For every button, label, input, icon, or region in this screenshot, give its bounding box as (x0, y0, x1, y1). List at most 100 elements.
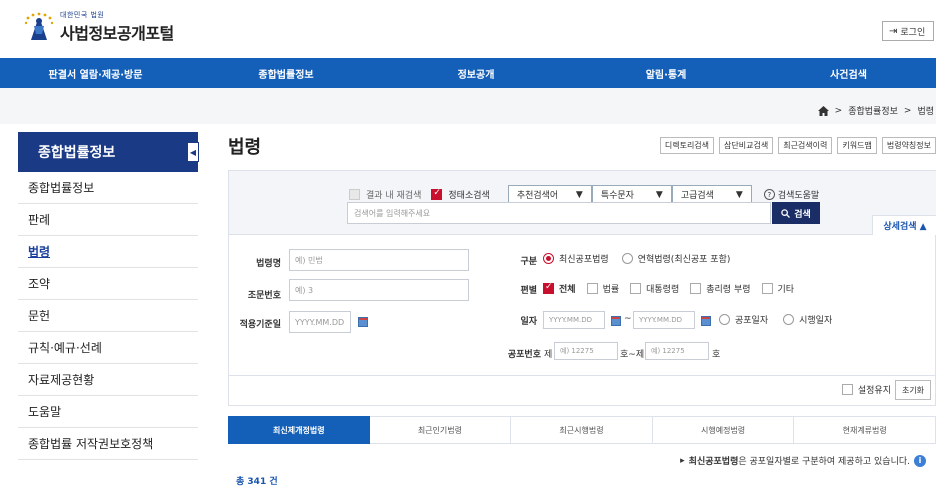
research-within-checkbox[interactable] (349, 189, 360, 200)
keep-settings: 설정유지 (841, 383, 891, 396)
precise-search-checkbox[interactable] (431, 188, 443, 200)
logo-title: 사법정보공개포털 (60, 24, 174, 43)
sidebar-item-statute[interactable]: 법령 (18, 236, 198, 268)
promul-to-input[interactable]: 예) 12275 (645, 342, 709, 360)
logo-subtitle: 대한민국 법원 (60, 11, 105, 19)
category-law-label: 법률 (602, 285, 620, 295)
site-logo[interactable]: 대한민국 법원 사법정보공개포털 (22, 10, 174, 44)
chevron-down-icon: ▼ (575, 189, 583, 200)
top-header: 대한민국 법원 사법정보공개포털 ⇥ 로그인 (0, 0, 936, 58)
login-label: 로그인 (900, 27, 926, 38)
chevron-right-icon: > (903, 105, 912, 116)
tab-pending[interactable]: 현재계류법령 (794, 416, 936, 444)
bullet-icon: ▸ (680, 455, 685, 466)
login-button[interactable]: ⇥ 로그인 (882, 21, 934, 41)
date-to-input[interactable]: YYYY.MM.DD (633, 311, 695, 329)
search-help-link[interactable]: ? 검색도움말 (763, 188, 820, 201)
recent-history-button[interactable]: 최근검색이력 (778, 137, 833, 154)
notice-text: ▸ 최신공포법령은 공포일자별로 구분하여 제공하고 있습니다. i (680, 454, 926, 467)
sidebar-item-treaty[interactable]: 조약 (18, 268, 198, 300)
breadcrumb-item-current[interactable]: 법령 (917, 104, 934, 117)
search-help-label: 검색도움말 (777, 191, 820, 201)
sidebar-title: 종합법률정보 ◀ (18, 132, 199, 172)
date-label: 일자 (520, 317, 537, 327)
name-label: 법령명 (256, 259, 281, 269)
breadcrumb: > 종합법률정보 > 법령 (817, 104, 934, 117)
reset-button[interactable]: 초기화 (895, 380, 931, 400)
sidebar-collapse-icon[interactable]: ◀ (187, 142, 199, 162)
keyword-map-button[interactable]: 키워드맵 (837, 137, 877, 154)
advanced-search-label: 고급검색 (680, 191, 714, 201)
sidebar-item-data-status[interactable]: 자료제공현황 (18, 364, 198, 396)
date-from-input[interactable]: YYYY.MM.DD (543, 311, 605, 329)
category-law-checkbox[interactable] (586, 283, 598, 294)
promul-mid: 호~제 (620, 350, 645, 360)
history-statute-label: 연혁법령(최신공포 포함) (637, 255, 731, 265)
category-etc-label: 기타 (777, 285, 795, 295)
question-icon: ? (763, 189, 775, 200)
category-ministerial-label: 총리령 부령 (706, 285, 751, 295)
sidebar-item-help[interactable]: 도움말 (18, 396, 198, 428)
category-all-checkbox[interactable] (543, 282, 554, 294)
keep-settings-label: 설정유지 (857, 386, 891, 396)
article-label: 조문번호 (247, 291, 281, 301)
enforcement-date-label: 시행일자 (799, 316, 833, 326)
category-etc-checkbox[interactable] (761, 283, 773, 294)
category-ministerial-checkbox[interactable] (690, 283, 702, 294)
promulgation-date-label: 공포일자 (735, 316, 769, 326)
global-nav: 판결서 열람·제공·방문 종합법률정보 정보공개 알림·통계 사건검색 (0, 58, 936, 88)
chevron-down-icon: ▼ (735, 189, 743, 200)
sidebar-item-legal-info[interactable]: 종합법률정보 (18, 172, 198, 204)
total-count: 총 341 건 (236, 477, 278, 487)
calendar-icon[interactable] (611, 316, 621, 326)
directory-search-button[interactable]: 디렉토리검색 (659, 137, 715, 154)
breadcrumb-item-legal-info[interactable]: 종합법률정보 (848, 104, 898, 117)
search-button[interactable]: 검색 (772, 202, 820, 224)
info-icon[interactable]: i (914, 454, 926, 467)
three-way-compare-button[interactable]: 삼단비교검색 (719, 137, 774, 154)
calendar-icon[interactable] (358, 317, 368, 327)
chevron-down-icon: ▼ (655, 189, 663, 200)
promul-prefix: 제 (544, 350, 553, 360)
sidebar-item-copyright[interactable]: 종합법률 저작권보호정책 (18, 428, 198, 460)
latest-promulgated-radio[interactable] (543, 253, 554, 264)
history-statute-radio[interactable] (621, 253, 633, 264)
calendar-icon[interactable] (701, 316, 711, 326)
gnb-item-judgment[interactable]: 판결서 열람·제공·방문 (0, 58, 191, 88)
precise-search-label: 정태소검색 (448, 191, 490, 201)
type-label: 구분 (520, 257, 537, 267)
detail-search-toggle[interactable]: 상세검색 ▲ (872, 215, 936, 235)
divider (229, 375, 936, 376)
result-tabs: 최신제개정법령 최근인기법령 최근시행법령 시행예정법령 현재계류법령 (228, 416, 936, 444)
tab-recent-enforced[interactable]: 최근시행법령 (511, 416, 653, 444)
promul-from-input[interactable]: 예) 12275 (554, 342, 618, 360)
sidebar: 종합법률정보 ◀ 종합법률정보 판례 법령 조약 문헌 규칙·예규·선례 자료제… (18, 132, 199, 460)
gnb-item-case-search[interactable]: 사건검색 (761, 58, 936, 88)
article-number-input[interactable]: 예) 3 (289, 279, 469, 301)
promulgation-date-radio[interactable] (719, 314, 730, 325)
keep-settings-checkbox[interactable] (841, 384, 853, 395)
category-presidential-checkbox[interactable] (630, 283, 642, 294)
enforcement-date-radio[interactable] (783, 314, 795, 325)
statute-name-input[interactable]: 예) 민법 (289, 249, 469, 271)
gnb-item-legal-info[interactable]: 종합법률정보 (191, 58, 381, 88)
home-icon[interactable] (817, 105, 829, 116)
sidebar-item-literature[interactable]: 문헌 (18, 300, 198, 332)
sidebar-title-label: 종합법률정보 (38, 145, 116, 161)
special-char-label: 특수문자 (600, 191, 634, 201)
tab-latest-revised[interactable]: 최신제개정법령 (228, 416, 370, 444)
gnb-item-disclosure[interactable]: 정보공개 (381, 58, 571, 88)
tool-buttons: 디렉토리검색 삼단비교검색 최근검색이력 키워드맵 법령약칭정보 (659, 137, 936, 154)
search-icon (781, 208, 791, 218)
apply-date-input[interactable]: YYYY.MM.DD (289, 311, 351, 333)
search-input[interactable]: 검색어를 입력해주세요 (347, 202, 771, 224)
abbreviation-info-button[interactable]: 법령약칭정보 (881, 137, 936, 154)
tab-popular[interactable]: 최근인기법령 (369, 416, 512, 444)
gnb-item-notice-stats[interactable]: 알림·통계 (571, 58, 761, 88)
promul-suffix: 호 (712, 350, 721, 360)
tab-upcoming[interactable]: 시행예정법령 (652, 416, 795, 444)
sidebar-item-precedent[interactable]: 판례 (18, 204, 198, 236)
search-panel: 결과 내 재검색 정태소검색 추천검색어 ▼ 특수문자 ▼ 고급검색 ▼ ? 검… (228, 170, 936, 406)
sidebar-item-rules[interactable]: 규칙·예규·선례 (18, 332, 198, 364)
apply-date-label: 적용기준일 (239, 320, 281, 330)
